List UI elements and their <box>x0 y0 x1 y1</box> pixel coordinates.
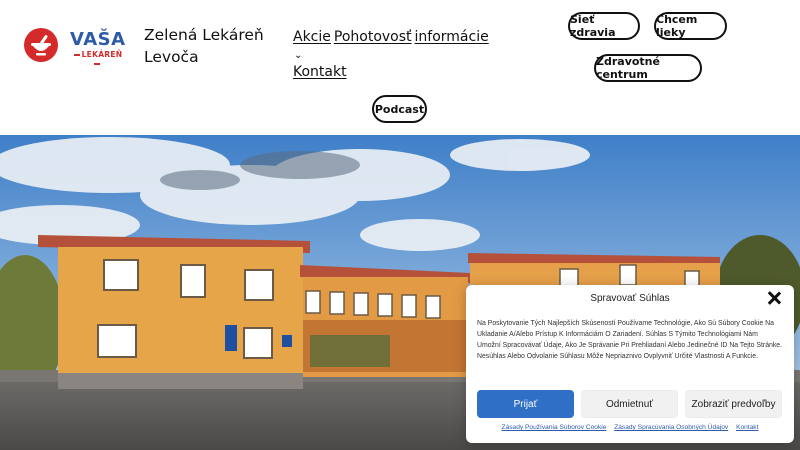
site-title[interactable]: Zelená Lekáreň Levoča <box>144 24 264 68</box>
close-icon[interactable] <box>767 291 781 305</box>
podcast-button[interactable]: Podcast <box>372 95 427 123</box>
zdravotne-centrum-button[interactable]: Zdravotné centrum <box>594 54 702 82</box>
site-title-line1: Zelená Lekáreň <box>144 26 264 44</box>
accept-button[interactable]: Prijať <box>477 390 574 418</box>
chcem-lieky-button[interactable]: Chcem lieky <box>654 12 727 40</box>
chevron-down-icon[interactable]: ⌄ <box>294 47 302 64</box>
deny-button[interactable]: Odmietnuť <box>581 390 678 418</box>
nav-item-kontakt[interactable]: Kontakt <box>293 64 347 80</box>
privacy-policy-link[interactable]: Zásady Spracúvania Osobných Údajov <box>614 424 728 431</box>
nav-item-informacie-label: informácie <box>414 29 489 45</box>
logo-subtitle: LEKÁREŇ <box>70 50 124 68</box>
view-preferences-button[interactable]: Zobraziť predvoľby <box>685 390 782 418</box>
site-title-line2: Levoča <box>144 48 199 66</box>
nav-item-pohotovost[interactable]: Pohotovosť <box>334 29 412 45</box>
siet-zdravia-button[interactable]: Sieť zdravia <box>568 12 640 40</box>
consent-description: Na Poskytovanie Tých Najlepších Skúsenos… <box>477 320 783 360</box>
main-navigation: Akcie Pohotovosť informácie ⌄ Kontakt <box>293 29 493 81</box>
consent-links: Zásady Používania Súborov Cookie Zásady … <box>466 424 794 431</box>
nav-item-informacie[interactable]: informácie <box>415 29 489 45</box>
consent-title: Spravovať Súhlas <box>590 293 670 304</box>
contact-link[interactable]: Kontakt <box>736 424 758 431</box>
site-logo[interactable]: VAŠA LEKÁREŇ <box>24 26 126 66</box>
logo-wordmark: VAŠA <box>70 29 126 50</box>
mortar-pestle-icon <box>24 28 58 62</box>
site-header: VAŠA LEKÁREŇ Zelená Lekáreň Levoča Akcie… <box>0 0 800 135</box>
cookie-policy-link[interactable]: Zásady Používania Súborov Cookie <box>502 424 607 431</box>
nav-item-akcie[interactable]: Akcie <box>293 29 331 45</box>
cookie-consent-dialog: Spravovať Súhlas Na Poskytovanie Tých Na… <box>466 285 794 443</box>
